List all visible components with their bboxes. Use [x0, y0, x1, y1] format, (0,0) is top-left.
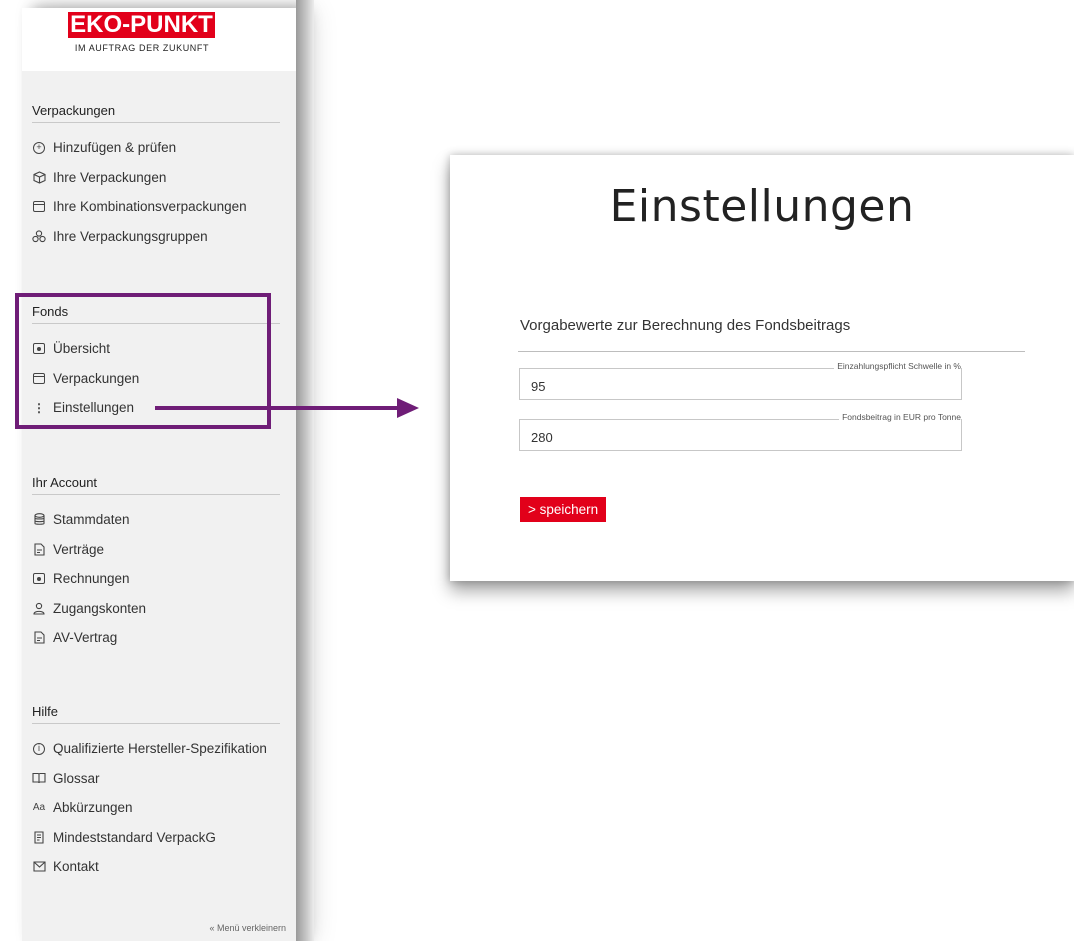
sidebar-shadow: [296, 0, 314, 941]
sidebar-item-kontakt[interactable]: Kontakt: [32, 852, 280, 882]
sidebar: EKO-PUNKT IM AUFTRAG DER ZUKUNFT Verpack…: [22, 8, 296, 941]
sidebar-item-label: Qualifizierte Hersteller-Spezifikation: [53, 741, 267, 757]
sidebar-item-rechnungen[interactable]: Rechnungen: [32, 564, 280, 594]
fund-contribution-field: Fondsbeitrag in EUR pro Tonne: [519, 412, 962, 451]
sidebar-item-label: Abkürzungen: [53, 800, 133, 816]
package-icon: [32, 200, 46, 214]
threshold-field: Einzahlungspflicht Schwelle in %: [519, 361, 962, 400]
annotation-arrow-line: [155, 406, 398, 410]
info-icon: i: [32, 742, 46, 756]
document-icon: [32, 631, 46, 645]
sidebar-item-glossar[interactable]: Glossar: [32, 764, 280, 794]
logo-tagline: IM AUFTRAG DER ZUKUNFT: [74, 43, 210, 53]
sidebar-item-label: Mindeststandard VerpackG: [53, 829, 216, 845]
book-icon: [32, 771, 46, 785]
sidebar-item-hinzufuegen-pruefen[interactable]: + Hinzufügen & prüfen: [32, 133, 280, 163]
sidebar-container: EKO-PUNKT IM AUFTRAG DER ZUKUNFT Verpack…: [22, 8, 296, 941]
sidebar-item-label: Hinzufügen & prüfen: [53, 140, 177, 156]
nav-section-verpackungen: Verpackungen + Hinzufügen & prüfen Ihre …: [32, 100, 280, 251]
sidebar-item-label: AV-Vertrag: [53, 630, 118, 646]
sidebar-item-label: Rechnungen: [53, 571, 130, 587]
sidebar-item-ihre-verpackungen[interactable]: Ihre Verpackungen: [32, 163, 280, 193]
page-title: Einstellungen: [609, 181, 915, 232]
sidebar-item-label: Ihre Kombinationsverpackungen: [53, 199, 247, 215]
plus-circle-icon: +: [32, 141, 46, 155]
sidebar-item-mindeststandard[interactable]: Mindeststandard VerpackG: [32, 823, 280, 853]
section-divider: [518, 351, 1025, 352]
sidebar-item-label: Verträge: [53, 541, 105, 557]
sidebar-item-label: Glossar: [53, 770, 100, 786]
save-button[interactable]: > speichern: [520, 497, 607, 522]
fund-contribution-input[interactable]: [520, 420, 961, 450]
nav-section-hilfe: Hilfe i Qualifizierte Hersteller-Spezifi…: [32, 701, 280, 882]
sidebar-item-av-vertrag[interactable]: AV-Vertrag: [32, 623, 280, 653]
box-icon: [32, 170, 46, 184]
sidebar-item-verpackungsgruppen[interactable]: Ihre Verpackungsgruppen: [32, 222, 280, 252]
sidebar-item-label: Stammdaten: [53, 512, 130, 528]
sidebar-item-abkuerzungen[interactable]: Aa Abkürzungen: [32, 793, 280, 823]
sidebar-item-label: Ihre Verpackungen: [53, 169, 167, 185]
settings-panel: Einstellungen Vorgabewerte zur Berechnun…: [450, 155, 1074, 581]
collapse-menu-link[interactable]: « Menü verkleinern: [209, 923, 286, 933]
sidebar-item-label: Zugangskonten: [53, 600, 147, 616]
section-title-verpackungen: Verpackungen: [32, 100, 280, 123]
user-icon: [32, 601, 46, 615]
section-title-account: Ihr Account: [32, 472, 280, 495]
document-icon: [32, 542, 46, 556]
mail-icon: [32, 860, 46, 874]
logo-area: EKO-PUNKT IM AUFTRAG DER ZUKUNFT: [22, 8, 296, 71]
section-title-hilfe: Hilfe: [32, 701, 280, 724]
standard-icon: [32, 830, 46, 844]
abbreviation-icon: Aa: [32, 802, 46, 814]
eko-punkt-logo[interactable]: EKO-PUNKT: [68, 12, 215, 38]
group-icon: [32, 229, 46, 243]
annotation-arrow-head: [397, 398, 419, 418]
threshold-input[interactable]: [520, 369, 961, 399]
database-icon: [32, 513, 46, 527]
sidebar-item-vertraege[interactable]: Verträge: [32, 535, 280, 565]
settings-subheading: Vorgabewerte zur Berechnung des Fondsbei…: [520, 317, 851, 334]
sidebar-item-zugangskonten[interactable]: Zugangskonten: [32, 594, 280, 624]
sidebar-item-label: Kontakt: [53, 859, 99, 875]
sidebar-item-kombinationsverpackungen[interactable]: Ihre Kombinationsverpackungen: [32, 192, 280, 222]
invoice-icon: [32, 572, 46, 586]
nav-section-account: Ihr Account Stammdaten Verträge Rechnung…: [32, 472, 280, 653]
sidebar-item-stammdaten[interactable]: Stammdaten: [32, 505, 280, 535]
sidebar-item-label: Ihre Verpackungsgruppen: [53, 228, 208, 244]
sidebar-item-hersteller-spezifikation[interactable]: i Qualifizierte Hersteller-Spezifikation: [32, 734, 280, 764]
